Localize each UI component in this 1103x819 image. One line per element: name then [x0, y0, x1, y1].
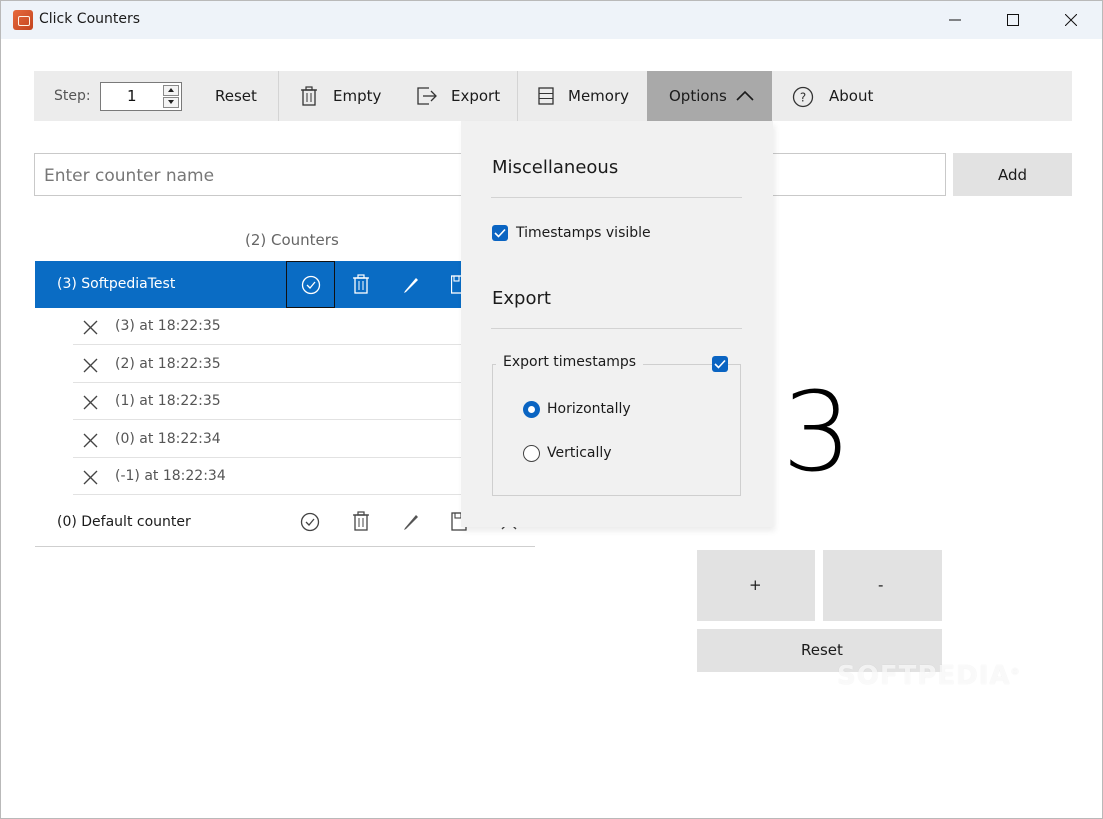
divider [491, 328, 742, 329]
toolbar: Step: 1 Reset Empty Export Memory Option… [34, 71, 1072, 121]
increment-button[interactable]: + [697, 550, 815, 621]
vertically-label[interactable]: Vertically [547, 445, 612, 461]
memory-icon [538, 87, 554, 105]
save-icon[interactable] [451, 275, 461, 294]
decrement-label: - [878, 576, 884, 594]
chevron-down-icon [168, 100, 174, 104]
memory-label: Memory [568, 87, 630, 105]
empty-label: Empty [333, 87, 382, 105]
timestamps-visible-label[interactable]: Timestamps visible [516, 225, 651, 241]
maximize-icon [1007, 14, 1019, 26]
help-icon: ? [792, 86, 814, 108]
select-counter-button[interactable] [286, 261, 335, 308]
add-label: Add [998, 166, 1028, 184]
counter-name: (0) Default counter [57, 514, 191, 530]
counter-name: (3) SoftpediaTest [57, 276, 176, 292]
step-label: Step: [54, 88, 91, 104]
checkmark-icon [494, 228, 506, 238]
decrement-button[interactable]: - [823, 550, 942, 621]
trash-icon [301, 86, 317, 106]
minimize-button[interactable] [926, 1, 984, 39]
counter-value-display: 3 [782, 368, 852, 496]
remove-timestamp-icon[interactable] [83, 320, 98, 335]
window-title: Click Counters [39, 11, 141, 27]
step-value[interactable]: 1 [127, 87, 137, 105]
empty-button[interactable]: Empty [290, 71, 390, 121]
options-dropdown: Miscellaneous Timestamps visible Export … [461, 121, 773, 527]
options-label: Options [669, 87, 727, 105]
remove-timestamp-icon[interactable] [83, 433, 98, 448]
timestamp-row: (0) at 18:22:34 [73, 421, 463, 458]
timestamp-row: (-1) at 18:22:34 [73, 458, 463, 495]
svg-text:?: ? [800, 91, 806, 105]
step-stepper[interactable]: 1 [100, 82, 182, 111]
add-counter-button[interactable]: Add [953, 153, 1072, 196]
export-button[interactable]: Export [408, 71, 508, 121]
timestamp-row: (1) at 18:22:35 [73, 383, 463, 420]
minimize-icon [949, 19, 961, 21]
about-button[interactable]: ? About [788, 71, 888, 121]
close-icon [1065, 14, 1077, 26]
rename-pencil-icon[interactable] [402, 513, 420, 531]
about-label: About [829, 87, 874, 105]
timestamp-row: (3) at 18:22:35 [73, 308, 463, 345]
export-section-title: Export [492, 288, 551, 309]
remove-timestamp-icon[interactable] [83, 358, 98, 373]
timestamp-text: (1) at 18:22:35 [115, 393, 221, 409]
step-down-button[interactable] [163, 97, 179, 108]
delete-counter-icon[interactable] [352, 511, 370, 531]
softpedia-watermark: SOFTPEDIA® [837, 661, 1021, 691]
timestamp-row: (2) at 18:22:35 [73, 346, 463, 383]
divider [491, 197, 742, 198]
counters-header: (2) Counters [245, 231, 339, 249]
toolbar-separator [517, 71, 518, 121]
horizontally-label[interactable]: Horizontally [547, 401, 631, 417]
export-label: Export [451, 87, 501, 105]
chevron-up-icon [168, 88, 174, 92]
maximize-button[interactable] [984, 1, 1042, 39]
counter-row-selected[interactable]: (3) SoftpediaTest [35, 261, 461, 308]
misc-section-title: Miscellaneous [492, 157, 619, 178]
reset-step-button[interactable]: Reset [215, 87, 257, 105]
timestamp-text: (3) at 18:22:35 [115, 318, 221, 334]
timestamp-text: (-1) at 18:22:34 [115, 468, 226, 484]
counter-name-placeholder: Enter counter name [44, 166, 215, 186]
check-circle-icon[interactable] [300, 512, 320, 532]
export-timestamps-label: Export timestamps [496, 354, 644, 370]
increment-label: + [749, 576, 762, 594]
rename-pencil-icon[interactable] [402, 276, 420, 294]
export-timestamps-group [492, 364, 741, 496]
reset-counter-label: Reset [801, 641, 843, 659]
options-button[interactable]: Options [647, 71, 772, 121]
chevron-up-icon [736, 90, 754, 101]
app-icon [13, 10, 33, 30]
timestamps-visible-checkbox[interactable] [492, 225, 508, 241]
counter-row[interactable]: (0) Default counter [35, 498, 535, 547]
remove-timestamp-icon[interactable] [83, 395, 98, 410]
title-bar[interactable]: Click Counters [1, 1, 1102, 39]
checkmark-icon [714, 359, 726, 369]
delete-counter-icon[interactable] [352, 274, 370, 294]
step-up-button[interactable] [163, 85, 179, 96]
timestamp-text: (2) at 18:22:35 [115, 356, 221, 372]
horizontally-radio[interactable] [523, 401, 540, 418]
timestamp-text: (0) at 18:22:34 [115, 431, 221, 447]
remove-timestamp-icon[interactable] [83, 470, 98, 485]
memory-button[interactable]: Memory [528, 71, 638, 121]
app-window: Click Counters Step: 1 Reset Empty Expor… [0, 0, 1103, 819]
export-timestamps-checkbox[interactable] [712, 356, 728, 372]
toolbar-separator [278, 71, 279, 121]
close-button[interactable] [1042, 1, 1100, 39]
export-icon [417, 87, 437, 105]
check-circle-icon [301, 275, 321, 295]
vertically-radio[interactable] [523, 445, 540, 462]
